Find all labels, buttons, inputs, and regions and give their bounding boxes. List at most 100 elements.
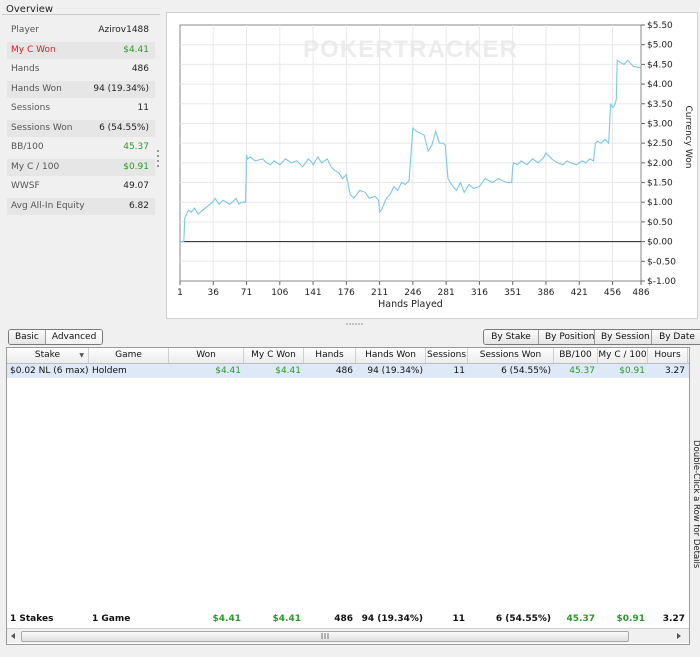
- x-tick-label: 141: [304, 288, 321, 298]
- y-tick-label: $0.50: [647, 218, 673, 228]
- overview-value: 11: [137, 103, 149, 113]
- column-header-label: My C Won: [251, 350, 296, 360]
- table-cell: $4.41: [272, 614, 301, 624]
- overview-value: $4.41: [123, 44, 149, 55]
- column-header[interactable]: Hours: [648, 348, 688, 363]
- column-header[interactable]: Game: [89, 348, 169, 363]
- table-cell: 45.37: [566, 614, 595, 624]
- y-tick-label: $3.50: [647, 100, 673, 110]
- table-cell: 1 Stakes: [10, 614, 54, 624]
- column-header[interactable]: Sessions Won: [468, 348, 554, 363]
- x-tick-label: 386: [537, 288, 554, 298]
- table-cell: 6 (54.55%): [501, 366, 551, 376]
- grip-icon: [321, 633, 329, 639]
- x-tick-label: 71: [241, 288, 252, 298]
- plot-area: [179, 24, 642, 282]
- y-tick-label: $5.00: [647, 41, 673, 51]
- sort-descending-icon: ▼: [79, 352, 84, 359]
- overview-label: Sessions Won: [11, 122, 73, 133]
- y-tick-label: $-1.00: [647, 277, 676, 287]
- overview-label: Hands: [11, 64, 40, 74]
- x-tick-label: 1: [177, 288, 183, 298]
- profit-chart-svg: POKERTRACKER $5.50 $5.00 $4.50 $4.00 $3.50 $3.…: [177, 21, 693, 310]
- y-tick-label: $2.00: [647, 159, 673, 169]
- basic-button[interactable]: Basic: [9, 330, 45, 344]
- table-cell: $4.41: [215, 366, 241, 376]
- overview-row-9: Avg All-In Equity 6.82: [7, 197, 155, 215]
- x-tick-label: 36: [208, 288, 220, 298]
- table-cell: $0.02 NL (6 max): [10, 366, 89, 376]
- column-header-label: BB/100: [559, 350, 592, 360]
- overview-label: Avg All-In Equity: [11, 200, 85, 211]
- x-tick-label: 316: [471, 288, 488, 298]
- x-axis-label: Hands Played: [378, 299, 443, 310]
- vertical-splitter-handle[interactable]: [157, 150, 161, 170]
- column-header[interactable]: BB/100: [554, 348, 598, 363]
- table-header: Stake ▼ Game Won My C Won Hands Hands Won Sessi…: [7, 348, 689, 364]
- overview-value: $0.91: [123, 161, 149, 172]
- overview-row-4: Sessions 11: [7, 100, 155, 117]
- table-cell: 486: [335, 366, 353, 376]
- scrollbar-thumb[interactable]: [21, 631, 629, 642]
- overview-row-8: WWSF 49.07: [7, 178, 155, 195]
- table-cell: 94 (19.34%): [361, 614, 423, 624]
- advanced-button[interactable]: Advanced: [44, 330, 103, 344]
- overview-row-7: My C / 100 $0.91: [7, 158, 155, 176]
- overview-row-1: My C Won $4.41: [7, 41, 155, 59]
- column-header-label: Hours: [654, 350, 681, 360]
- overview-value: Azirov1488: [98, 25, 149, 35]
- y-tick-label: $2.50: [647, 139, 673, 149]
- horizontal-splitter-handle[interactable]: [345, 322, 365, 326]
- grouping-toggle: By Stake By Position By Session By Date: [483, 329, 700, 345]
- stats-table: Stake ▼ Game Won My C Won Hands Hands Won Sessi…: [6, 347, 690, 645]
- x-tick-label: 281: [438, 288, 455, 298]
- column-header[interactable]: My C Won: [244, 348, 304, 363]
- table-cell: $4.41: [212, 614, 241, 624]
- overview-value: 6.82: [128, 200, 149, 211]
- view-mode-toggle: Basic Advanced: [8, 329, 104, 345]
- x-tick-label: 421: [571, 288, 588, 298]
- table-row[interactable]: $0.02 NL (6 max) Holdem $4.41 $4.41 486 94 (1…: [7, 364, 689, 378]
- table-cell: 3.27: [664, 366, 685, 376]
- table-cell: 11: [452, 614, 465, 624]
- column-header-label: Sessions Won: [479, 350, 542, 360]
- scroll-right-arrow-icon[interactable]: [675, 632, 683, 640]
- overview-row-3: Hands Won 94 (19.34%): [7, 80, 155, 98]
- by-session-button[interactable]: By Session: [594, 330, 651, 344]
- overview-label: Sessions: [11, 103, 51, 113]
- column-header-label: Sessions: [426, 350, 467, 360]
- column-header[interactable]: Sessions: [426, 348, 468, 363]
- y-tick-label: $-0.50: [647, 257, 676, 267]
- column-header[interactable]: Hands: [304, 348, 356, 363]
- scroll-left-arrow-icon[interactable]: [9, 632, 17, 640]
- table-cell: $0.91: [616, 614, 645, 624]
- overview-value: 94 (19.34%): [93, 83, 149, 94]
- by-position-button[interactable]: By Position: [538, 330, 594, 344]
- overview-value: 6 (54.55%): [99, 122, 149, 133]
- by-stake-button[interactable]: By Stake: [484, 330, 538, 344]
- x-tick-label: 211: [371, 288, 388, 298]
- y-axis-label: Currency Won: [683, 106, 693, 169]
- x-tick-label: 351: [504, 288, 521, 298]
- column-header[interactable]: Hands Won: [356, 348, 426, 363]
- column-header-label: Stake: [34, 350, 61, 360]
- table-cell: $0.91: [619, 366, 645, 376]
- table-cell: $4.41: [275, 366, 301, 376]
- x-tick-label: 106: [271, 288, 288, 298]
- horizontal-scrollbar[interactable]: [7, 628, 689, 643]
- table-footer: 1 Stakes 1 Game $4.41 $4.41 486 94 (19.34%) 11…: [7, 612, 689, 626]
- table-cell: 1 Game: [92, 614, 131, 624]
- column-header[interactable]: Won: [169, 348, 244, 363]
- overview-label: Hands Won: [11, 83, 62, 94]
- column-header[interactable]: My C / 100: [598, 348, 648, 363]
- by-date-button[interactable]: By Date: [651, 330, 700, 344]
- overview-row-2: Hands 486: [7, 61, 155, 78]
- table-cell: 45.37: [569, 366, 595, 376]
- overview-value: 49.07: [123, 181, 149, 191]
- overview-row-6: BB/100 45.37: [7, 139, 155, 156]
- table-cell: 11: [453, 366, 465, 376]
- column-header-label: Game: [115, 350, 142, 360]
- table-cell: 6 (54.55%): [495, 614, 551, 624]
- overview-label: My C / 100: [11, 161, 60, 172]
- column-header[interactable]: Stake ▼: [7, 348, 89, 363]
